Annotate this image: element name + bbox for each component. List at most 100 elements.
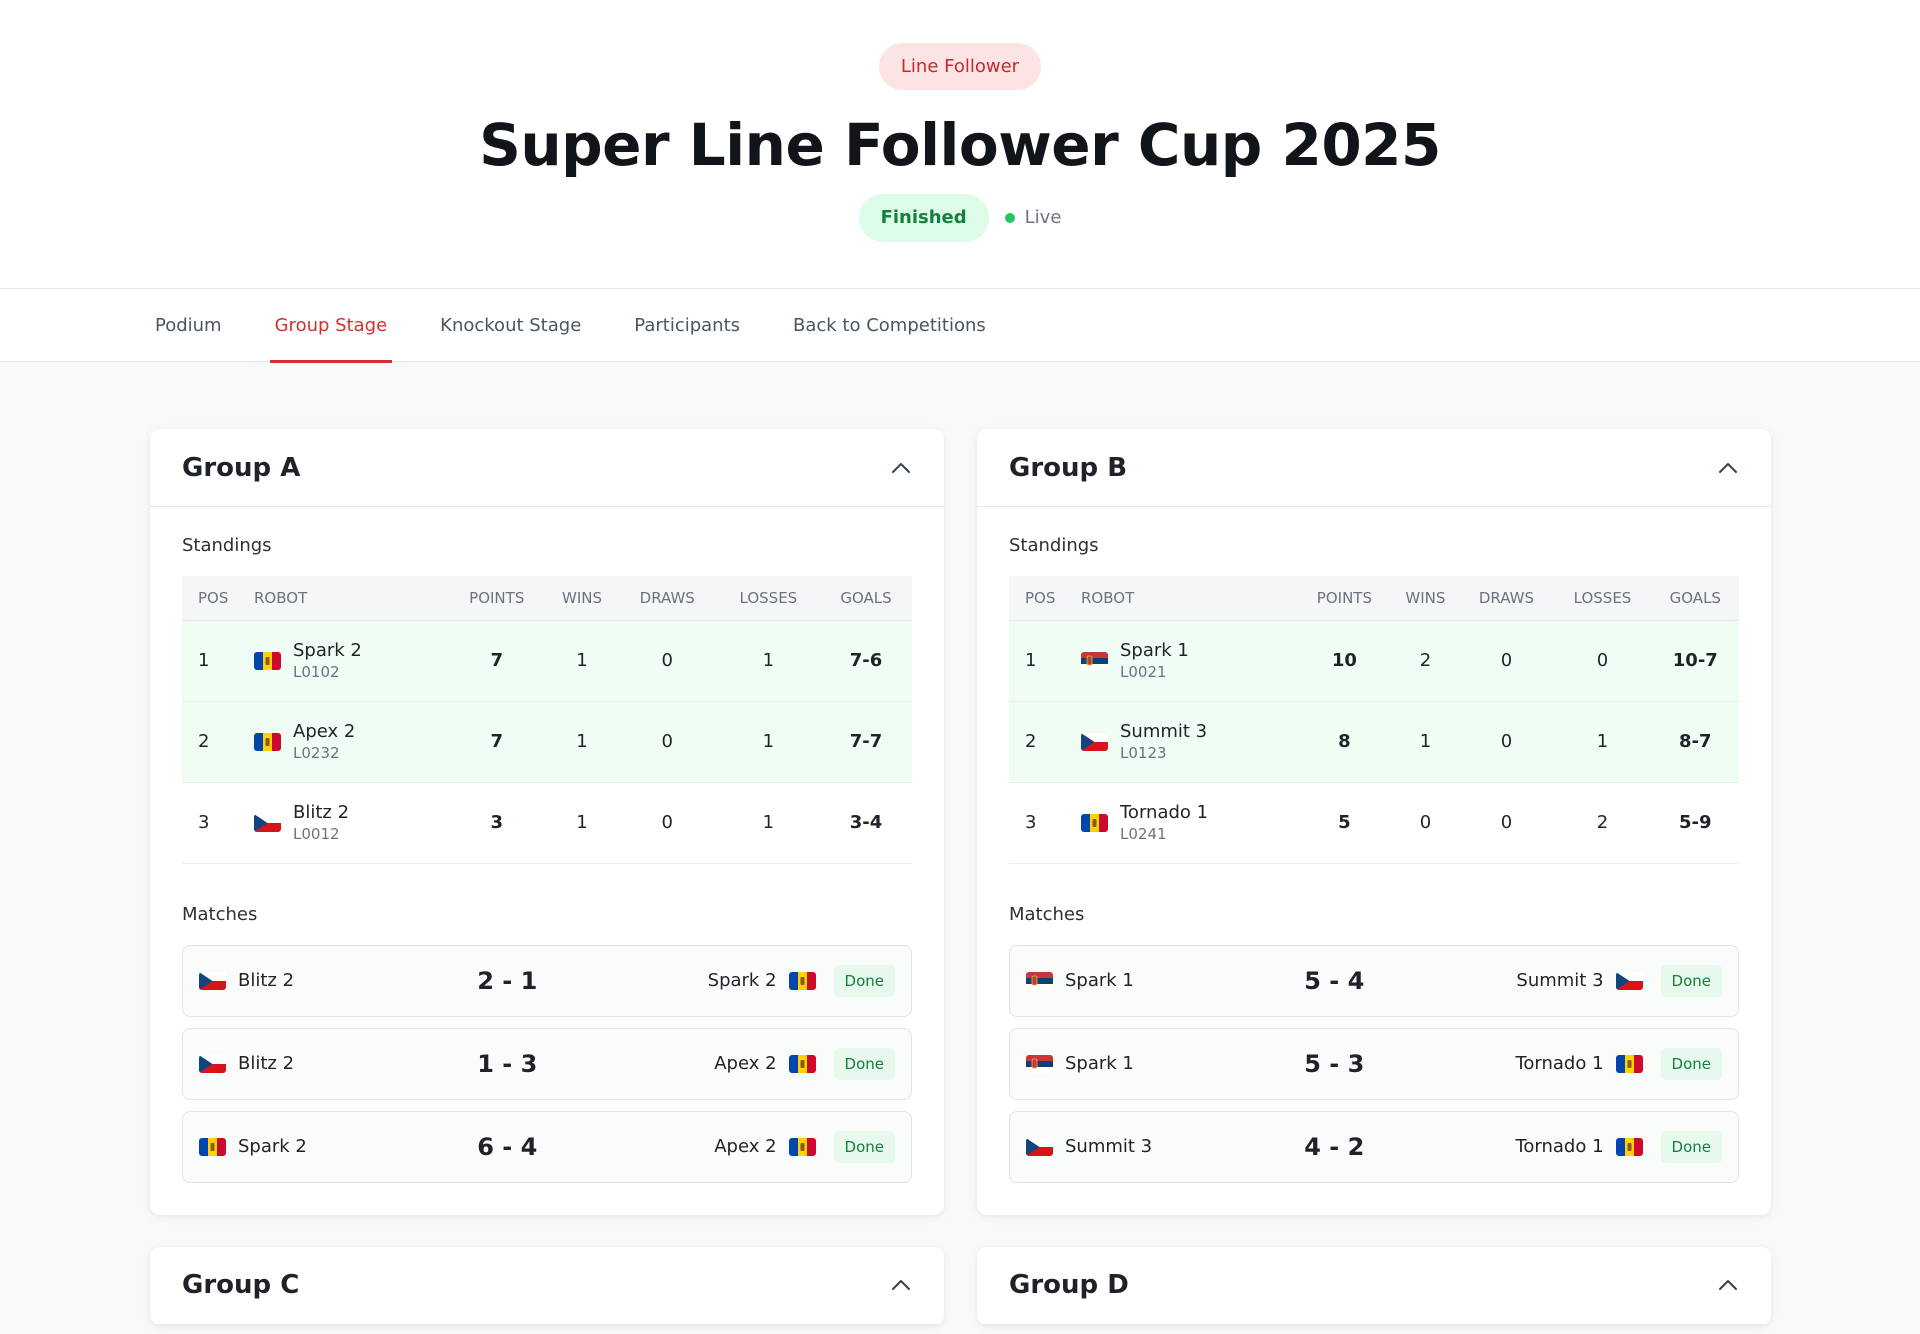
cz-flag-icon <box>1081 732 1108 751</box>
position-cell: 2 <box>1025 731 1037 752</box>
match-card[interactable]: Blitz 2 1 - 3 Apex 2 Done <box>182 1027 912 1100</box>
tab-knockout-stage[interactable]: Knockout Stage <box>435 289 586 362</box>
done-badge: Done <box>833 1047 895 1080</box>
cz-flag-icon <box>199 971 226 990</box>
standings-header-row: POS ROBOT POINTS WINS DRAWS LOSSES GOALS <box>1009 576 1739 621</box>
wins-cell: 1 <box>576 731 588 752</box>
status-row: Finished Live <box>858 193 1062 242</box>
goals-cell: 8-7 <box>1679 731 1712 752</box>
home-team: Blitz 2 <box>199 1053 427 1074</box>
points-cell: 7 <box>490 650 504 671</box>
group-title: Group A <box>182 452 301 483</box>
draws-cell: 0 <box>1500 731 1513 752</box>
cz-flag-icon <box>1026 1137 1053 1156</box>
table-row[interactable]: 2 Apex 2 L0232 7 1 0 1 7-7 <box>182 701 912 782</box>
standings-label: Standings <box>1009 535 1099 556</box>
position-cell: 1 <box>198 650 210 671</box>
tab-participants[interactable]: Participants <box>629 289 745 362</box>
tab-group-stage[interactable]: Group Stage <box>269 289 393 363</box>
rs-flag-icon <box>1026 971 1053 990</box>
group-d-header[interactable]: Group D <box>977 1247 1771 1325</box>
wins-cell: 1 <box>576 650 588 671</box>
match-card[interactable]: Spark 1 5 - 3 Tornado 1 Done <box>1009 1027 1739 1100</box>
done-badge: Done <box>833 964 895 997</box>
md-flag-icon <box>1081 813 1108 832</box>
robot-cell: Spark 1 L0021 <box>1081 620 1297 701</box>
match-card[interactable]: Spark 2 6 - 4 Apex 2 Done <box>182 1110 912 1183</box>
points-cell: 3 <box>490 812 504 833</box>
matches-label: Matches <box>182 903 258 925</box>
standings-label: Standings <box>182 535 272 556</box>
match-score: 1 - 3 <box>477 1049 538 1078</box>
robot-cell: Apex 2 L0232 <box>254 701 447 782</box>
tab-back-to-competitions[interactable]: Back to Competitions <box>788 289 991 362</box>
losses-cell: 1 <box>762 812 775 833</box>
group-b-body: Standings POS ROBOT POINTS WINS DRAWS LOSSES GO… <box>977 507 1771 1215</box>
match-card[interactable]: Summit 3 4 - 2 Tornado 1 Done <box>1009 1110 1739 1183</box>
chevron-up-icon[interactable] <box>890 1274 912 1296</box>
live-label: Live <box>1024 207 1062 229</box>
table-row[interactable]: 3 Blitz 2 L0012 3 1 0 1 3-4 <box>182 782 912 863</box>
robot-code: L0012 <box>293 825 340 843</box>
md-flag-icon <box>1615 1137 1643 1156</box>
column-header-draws: DRAWS <box>1459 576 1554 621</box>
draws-cell: 0 <box>1500 650 1513 671</box>
robot-cell: Spark 2 L0102 <box>254 620 447 701</box>
wins-cell: 0 <box>1419 812 1432 833</box>
home-team: Spark 1 <box>1026 1053 1254 1074</box>
column-header-points: POINTS <box>447 576 547 621</box>
done-badge: Done <box>1660 1047 1722 1080</box>
away-team-name: Summit 3 <box>1516 970 1604 991</box>
robot-code: L0123 <box>1120 744 1167 762</box>
standings-table: POS ROBOT POINTS WINS DRAWS LOSSES GOALS 1 Spark… <box>182 576 912 864</box>
standings-header-row: POS ROBOT POINTS WINS DRAWS LOSSES GOALS <box>182 576 912 621</box>
live-indicator: Live <box>1004 207 1062 229</box>
column-header-robot: ROBOT <box>1081 576 1298 621</box>
away-team: Apex 2 <box>587 1136 816 1157</box>
cz-flag-icon <box>199 1054 226 1073</box>
table-row[interactable]: 2 Summit 3 L0123 8 1 0 1 8-7 <box>1009 701 1739 782</box>
away-team: Tornado 1 <box>1414 1053 1643 1074</box>
chevron-up-icon[interactable] <box>890 457 912 479</box>
tab-podium[interactable]: Podium <box>150 289 227 362</box>
match-card[interactable]: Spark 1 5 - 4 Summit 3 Done <box>1009 944 1739 1017</box>
table-row[interactable]: 1 Spark 1 L0021 10 2 0 0 10-7 <box>1009 620 1739 701</box>
group-d-card: Group D <box>977 1246 1771 1325</box>
home-team-name: Spark 2 <box>238 1136 307 1157</box>
away-team: Apex 2 <box>587 1053 816 1074</box>
position-cell: 1 <box>1025 650 1037 671</box>
away-team: Summit 3 <box>1414 970 1643 991</box>
match-score: 4 - 2 <box>1304 1132 1365 1161</box>
robot-name: Spark 1 <box>1120 640 1189 661</box>
points-cell: 8 <box>1338 731 1351 752</box>
losses-cell: 1 <box>1596 731 1609 752</box>
table-row[interactable]: 1 Spark 2 L0102 7 1 0 1 7-6 <box>182 620 912 701</box>
matches-list: Spark 1 5 - 4 Summit 3 Done Spark 1 5 - 3 Torn… <box>1009 944 1739 1183</box>
points-cell: 5 <box>1338 812 1351 833</box>
standings-table: POS ROBOT POINTS WINS DRAWS LOSSES GOALS 1 Spark… <box>1009 576 1739 864</box>
chevron-up-icon[interactable] <box>1717 1274 1739 1296</box>
md-flag-icon <box>788 1137 816 1156</box>
status-badge: Finished <box>858 193 989 242</box>
group-a-card: Group A Standings POS ROBOT POINTS WINS DRAWS L… <box>150 429 944 1215</box>
home-team-name: Blitz 2 <box>238 1053 295 1074</box>
page-header: Line Follower Super Line Follower Cup 20… <box>0 0 1920 289</box>
groups-grid: Group A Standings POS ROBOT POINTS WINS DRAWS L… <box>150 429 1771 1325</box>
group-b-header[interactable]: Group B <box>977 429 1771 507</box>
group-a-header[interactable]: Group A <box>150 429 944 507</box>
position-cell: 2 <box>198 731 210 752</box>
draws-cell: 0 <box>661 812 673 833</box>
chevron-up-icon[interactable] <box>1717 457 1739 479</box>
draws-cell: 0 <box>661 650 673 671</box>
points-cell: 10 <box>1331 650 1357 671</box>
robot-name: Blitz 2 <box>293 802 350 823</box>
losses-cell: 1 <box>762 731 775 752</box>
table-row[interactable]: 3 Tornado 1 L0241 5 0 0 2 5-9 <box>1009 782 1739 863</box>
goals-cell: 5-9 <box>1679 812 1712 833</box>
cz-flag-icon <box>254 813 281 832</box>
md-flag-icon <box>1615 1054 1643 1073</box>
away-team-name: Apex 2 <box>714 1053 777 1074</box>
match-card[interactable]: Blitz 2 2 - 1 Spark 2 Done <box>182 944 912 1017</box>
group-c-header[interactable]: Group C <box>150 1247 944 1325</box>
md-flag-icon <box>788 971 816 990</box>
